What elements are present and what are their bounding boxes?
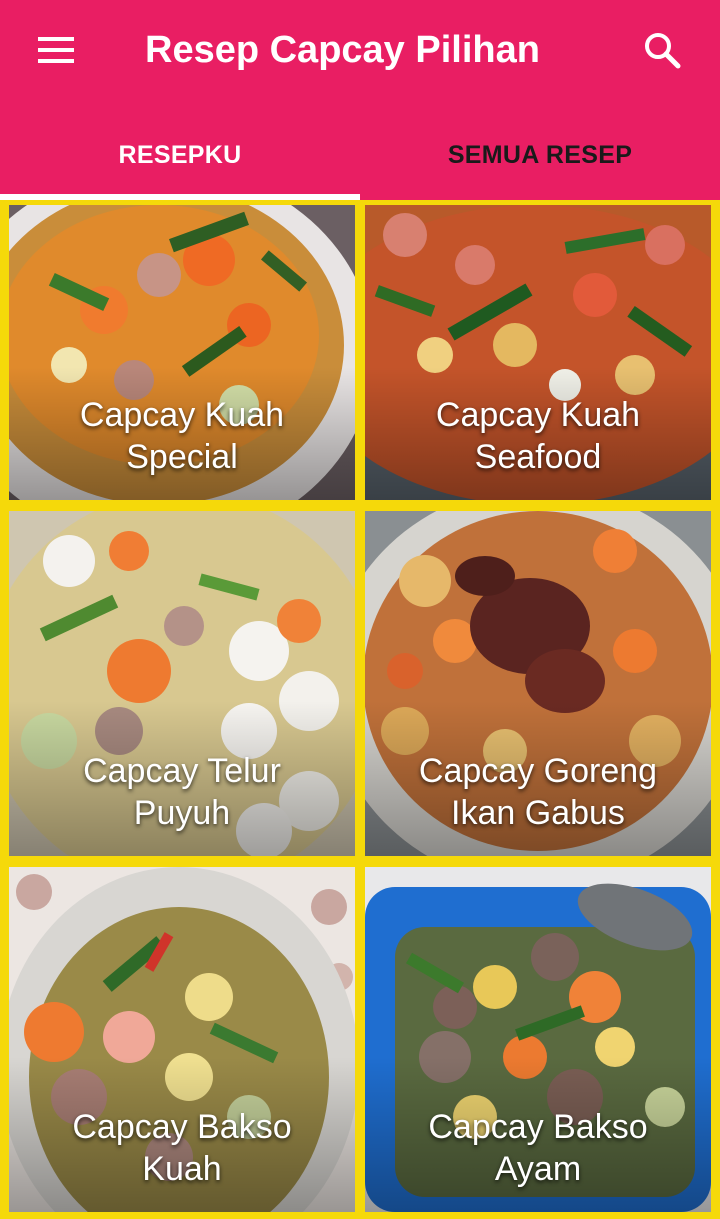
menu-button[interactable]: [24, 22, 88, 78]
recipe-card[interactable]: Capcay Bakso Kuah: [9, 867, 355, 1212]
app-root: Resep Capcay Pilihan RESEPKU SEMUA RESEP: [0, 0, 720, 1219]
tab-resepku[interactable]: RESEPKU: [0, 110, 360, 200]
recipe-grid: Capcay Kuah Special Capcay Kuah Seafood …: [0, 200, 720, 1219]
tab-label: RESEPKU: [118, 140, 242, 169]
app-bar: Resep Capcay Pilihan RESEPKU SEMUA RESEP: [0, 0, 720, 200]
tab-label: SEMUA RESEP: [447, 140, 633, 169]
recipe-card[interactable]: Capcay Kuah Seafood: [365, 205, 711, 500]
search-button[interactable]: [630, 18, 694, 82]
page-title: Resep Capcay Pilihan: [145, 29, 540, 71]
recipe-title: Capcay Telur Puyuh: [83, 752, 281, 832]
recipe-title: Capcay Kuah Special: [79, 396, 285, 476]
search-icon: [645, 33, 681, 69]
recipe-title: Capcay Bakso Ayam: [428, 1108, 648, 1188]
recipe-card[interactable]: Capcay Telur Puyuh: [9, 511, 355, 856]
recipe-title: Capcay Kuah Seafood: [435, 396, 641, 476]
recipe-card[interactable]: Capcay Goreng Ikan Gabus: [365, 511, 711, 856]
recipe-card[interactable]: Capcay Kuah Special: [9, 205, 355, 500]
tab-semua-resep[interactable]: SEMUA RESEP: [360, 110, 720, 200]
hamburger-menu-icon: [38, 37, 74, 63]
recipe-card[interactable]: Capcay Bakso Ayam: [365, 867, 711, 1212]
recipe-title: Capcay Bakso Kuah: [72, 1108, 292, 1188]
recipe-title: Capcay Goreng Ikan Gabus: [418, 752, 658, 832]
tab-bar: RESEPKU SEMUA RESEP: [0, 110, 720, 200]
